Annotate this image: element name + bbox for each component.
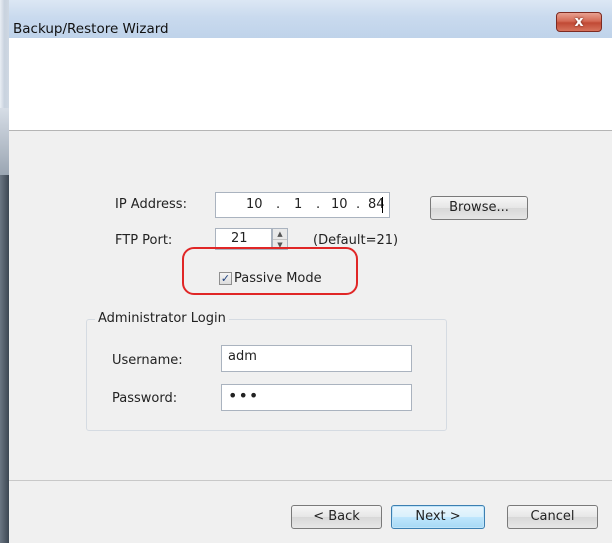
back-button[interactable]: < Back [291, 505, 382, 529]
ip-dot-1: . [276, 197, 281, 212]
cancel-button[interactable]: Cancel [507, 505, 598, 529]
spin-up-icon[interactable]: ▲ [273, 229, 287, 239]
text-caret [382, 197, 383, 213]
background-window-bevel [0, 108, 9, 176]
admin-login-group [86, 319, 447, 431]
passive-mode-highlight [182, 247, 358, 295]
username-label: Username: [112, 353, 183, 368]
ftp-port-value: 21 [231, 231, 248, 246]
ip-dot-3: . [356, 197, 361, 212]
username-input[interactable]: adm [221, 345, 412, 372]
ip-octet-2: 1 [294, 197, 303, 212]
background-window-dark [0, 175, 9, 543]
ip-address-input[interactable]: 10 . 1 . 10 . 84 [215, 192, 390, 218]
password-input[interactable]: ••• [221, 384, 412, 411]
ip-octet-1: 10 [246, 197, 263, 212]
footer-separator [9, 480, 612, 481]
background-window-edge [0, 0, 9, 543]
close-icon: x [574, 14, 584, 30]
ftp-port-label: FTP Port: [115, 233, 173, 248]
admin-login-title: Administrator Login [95, 311, 229, 326]
password-label: Password: [112, 391, 178, 406]
close-button[interactable]: x [556, 12, 602, 32]
title-bar: Backup/Restore Wizard x [9, 0, 612, 38]
ftp-default-text: (Default=21) [313, 233, 399, 248]
ip-dot-2: . [316, 197, 321, 212]
ip-address-label: IP Address: [115, 197, 187, 212]
wizard-header-panel [9, 38, 612, 131]
window-title: Backup/Restore Wizard [13, 21, 169, 37]
browse-button[interactable]: Browse... [430, 196, 528, 220]
ip-octet-3: 10 [331, 197, 348, 212]
next-button[interactable]: Next > [391, 505, 485, 529]
